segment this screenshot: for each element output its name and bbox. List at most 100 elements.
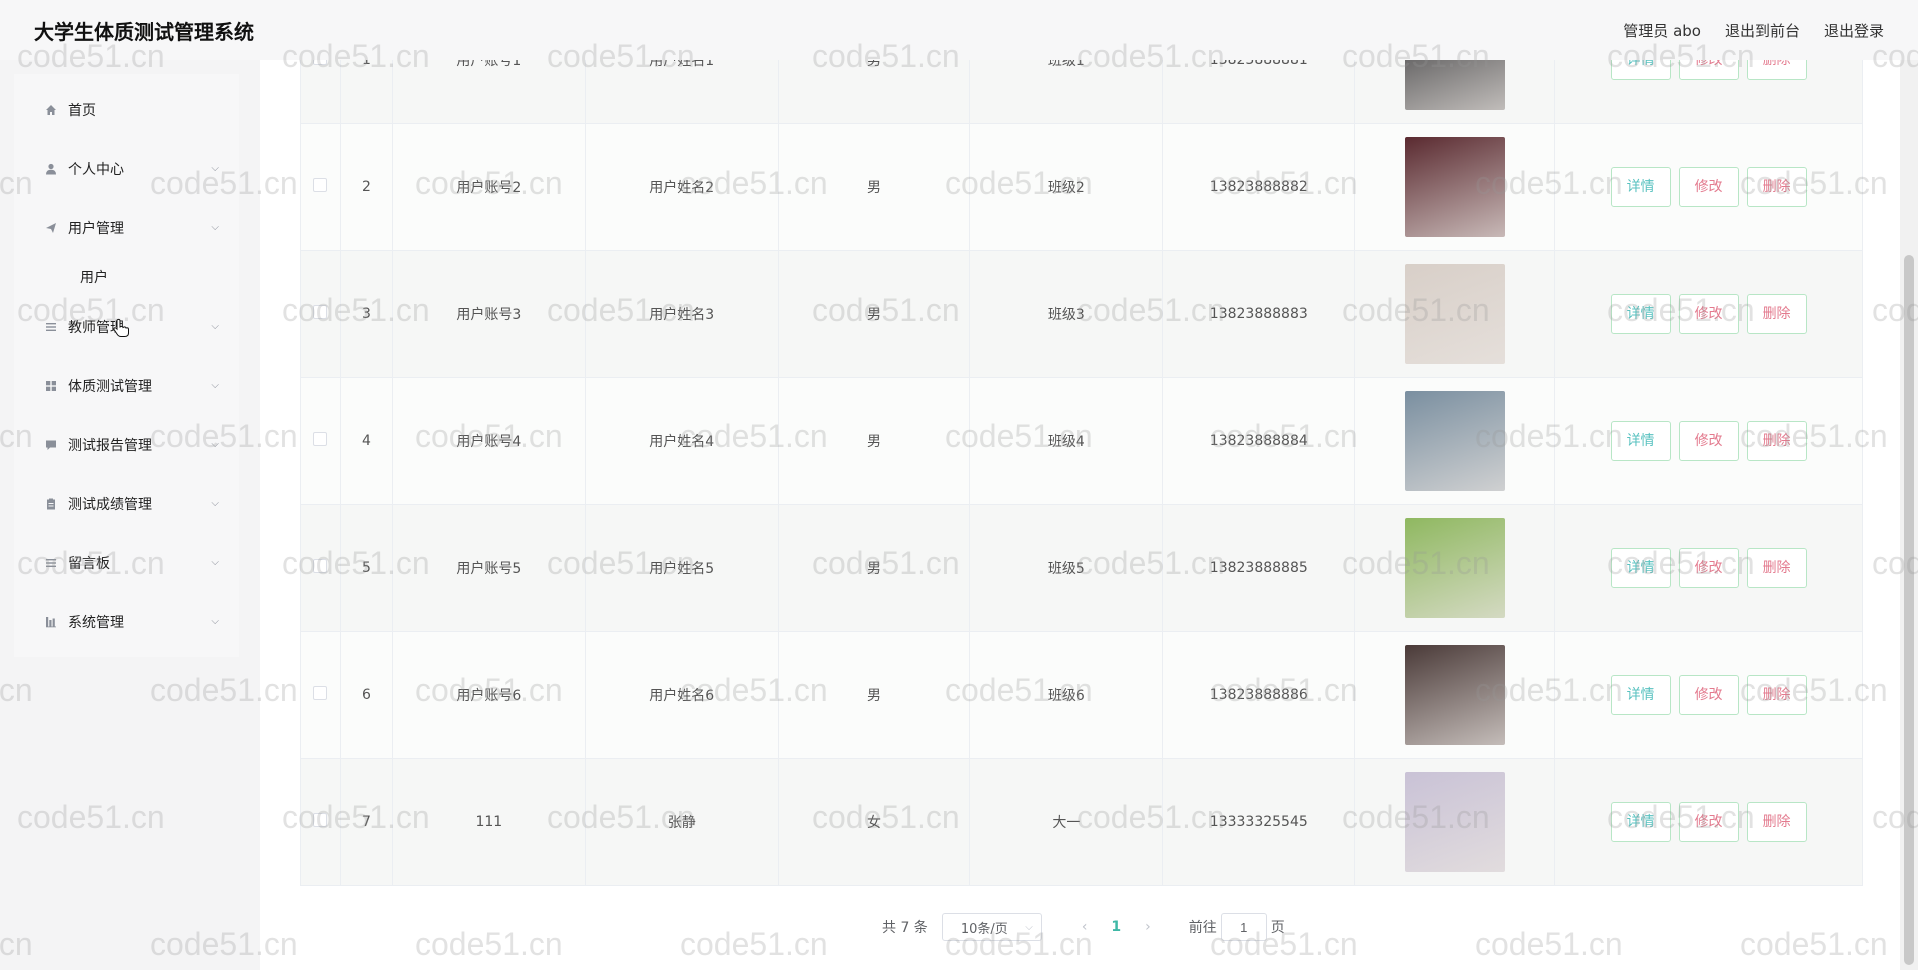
sidebar-item-fitness-test[interactable]: 体质测试管理 ⌵ — [14, 356, 239, 415]
cell-photo — [1354, 758, 1556, 886]
user-photo — [1404, 264, 1505, 364]
cell-index: 3 — [339, 250, 393, 378]
chevron-down-icon: ⌵ — [211, 498, 219, 509]
row-checkbox[interactable] — [313, 559, 328, 573]
sidebar-item-users[interactable]: 用户管理 ⌵ — [14, 198, 239, 257]
cell-gender: 男 — [777, 377, 971, 505]
cell-name: 张静 — [584, 758, 779, 886]
chart-icon — [44, 615, 58, 629]
row-checkbox[interactable] — [313, 305, 328, 319]
page-number-current[interactable]: 1 — [1111, 919, 1121, 935]
table-row: 3 用户账号3 用户姓名3 男班级3 13823888883 详情 修改 删除 — [300, 250, 1863, 378]
cell-gender: 男 — [777, 250, 971, 378]
cell-gender: 男 — [777, 123, 971, 251]
logout-link[interactable]: 退出登录 — [1824, 20, 1884, 41]
prev-page-icon[interactable]: ‹ — [1082, 919, 1088, 935]
cell-actions: 详情 修改 删除 — [1554, 123, 1863, 251]
cell-select — [300, 123, 341, 251]
page-unit-label: 页 — [1270, 920, 1285, 936]
cell-class: 班级3 — [969, 250, 1164, 378]
app-title: 大学生体质测试管理系统 — [34, 19, 254, 44]
cell-select — [300, 377, 341, 505]
cell-actions: 详情 修改 删除 — [1554, 377, 1863, 505]
goto-label: 前往 — [1188, 920, 1217, 936]
detail-button[interactable]: 详情 — [1610, 548, 1671, 588]
row-checkbox[interactable] — [313, 178, 328, 192]
page-size-select[interactable]: 10条/页 ⌵ — [941, 913, 1042, 941]
user-table: 1 用户账号1 用户姓名1 男班级1 13823888881 详情 修改 删除 2 用户账号2 用户… — [300, 60, 1863, 886]
cell-account: 用户账号2 — [391, 123, 586, 251]
table-row: 6 用户账号6 用户姓名6 男班级6 13823888886 详情 修改 删除 — [300, 631, 1863, 759]
scrollbar-thumb[interactable] — [1904, 255, 1914, 965]
cell-actions: 详情 修改 删除 — [1554, 60, 1863, 124]
edit-button[interactable]: 修改 — [1678, 421, 1739, 461]
delete-button[interactable]: 删除 — [1746, 548, 1807, 588]
sidebar-item-system[interactable]: 系统管理 ⌵ — [14, 592, 239, 651]
user-photo — [1404, 518, 1505, 618]
cell-photo — [1354, 504, 1556, 632]
detail-button[interactable]: 详情 — [1610, 167, 1671, 207]
detail-button[interactable]: 详情 — [1610, 675, 1671, 715]
cell-phone: 13333325545 — [1162, 758, 1356, 886]
delete-button[interactable]: 删除 — [1746, 167, 1807, 207]
edit-button[interactable]: 修改 — [1678, 294, 1739, 334]
sidebar-item-test-scores[interactable]: 测试成绩管理 ⌵ — [14, 474, 239, 533]
edit-button[interactable]: 修改 — [1678, 675, 1739, 715]
cell-account: 用户账号4 — [391, 377, 586, 505]
row-checkbox[interactable] — [313, 686, 328, 700]
sidebar-item-label: 测试报告管理 — [68, 437, 152, 454]
sidebar-menu: 首页 个人中心 ⌵ 用户管理 ⌵ 用户 教师管理 ⌵ 体质测试管理 ⌵ 测试报告… — [14, 74, 239, 657]
table-row: 4 用户账号4 用户姓名4 男班级4 13823888884 详情 修改 删除 — [300, 377, 1863, 505]
user-photo — [1404, 772, 1505, 872]
delete-button[interactable]: 删除 — [1746, 802, 1807, 842]
sidebar-item-profile[interactable]: 个人中心 ⌵ — [14, 139, 239, 198]
chevron-down-icon: ⌵ — [211, 222, 219, 233]
goto-page-input[interactable] — [1220, 913, 1267, 941]
delete-button[interactable]: 删除 — [1746, 60, 1807, 80]
delete-button[interactable]: 删除 — [1746, 294, 1807, 334]
detail-button[interactable]: 详情 — [1610, 802, 1671, 842]
row-checkbox[interactable] — [313, 432, 328, 446]
cell-photo — [1354, 60, 1556, 124]
cell-select — [300, 60, 341, 124]
pagination: 共 7 条 10条/页 ⌵ ‹ 1 › 前往 页 — [882, 913, 1285, 941]
user-icon — [44, 162, 58, 176]
sidebar-item-home[interactable]: 首页 — [14, 80, 239, 139]
delete-button[interactable]: 删除 — [1746, 675, 1807, 715]
cell-phone: 13823888885 — [1162, 504, 1356, 632]
chevron-down-icon: ⌵ — [211, 439, 219, 450]
row-checkbox[interactable] — [313, 813, 328, 827]
cell-class: 班级1 — [969, 60, 1164, 124]
to-front-link[interactable]: 退出到前台 — [1725, 20, 1800, 41]
sidebar-item-message-board[interactable]: 留言板 ⌵ — [14, 533, 239, 592]
cell-actions: 详情 修改 删除 — [1554, 631, 1863, 759]
edit-button[interactable]: 修改 — [1678, 60, 1739, 80]
cell-account: 用户账号5 — [391, 504, 586, 632]
row-checkbox[interactable] — [313, 60, 328, 65]
delete-button[interactable]: 删除 — [1746, 421, 1807, 461]
sidebar-item-label: 首页 — [68, 102, 96, 119]
clipboard-icon — [44, 497, 58, 511]
detail-button[interactable]: 详情 — [1610, 60, 1671, 80]
cell-index: 1 — [339, 60, 393, 124]
cell-account: 111 — [391, 758, 586, 886]
edit-button[interactable]: 修改 — [1678, 167, 1739, 207]
next-page-icon[interactable]: › — [1145, 919, 1151, 935]
sidebar-item-test-report[interactable]: 测试报告管理 ⌵ — [14, 415, 239, 474]
cell-account: 用户账号6 — [391, 631, 586, 759]
edit-button[interactable]: 修改 — [1678, 548, 1739, 588]
cell-class: 班级5 — [969, 504, 1164, 632]
detail-button[interactable]: 详情 — [1610, 421, 1671, 461]
edit-button[interactable]: 修改 — [1678, 802, 1739, 842]
sidebar-subitem-user[interactable]: 用户 — [14, 257, 239, 297]
cell-phone: 13823888886 — [1162, 631, 1356, 759]
detail-button[interactable]: 详情 — [1610, 294, 1671, 334]
sidebar-item-label: 个人中心 — [68, 161, 124, 178]
cell-phone: 13823888881 — [1162, 60, 1356, 124]
cell-name: 用户姓名4 — [584, 377, 779, 505]
sidebar: 首页 个人中心 ⌵ 用户管理 ⌵ 用户 教师管理 ⌵ 体质测试管理 ⌵ 测试报告… — [0, 60, 260, 970]
top-actions: 管理员 abo 退出到前台 退出登录 — [1623, 20, 1884, 41]
send-icon — [44, 221, 58, 235]
cell-select — [300, 631, 341, 759]
top-bar: 大学生体质测试管理系统 管理员 abo 退出到前台 退出登录 — [0, 0, 1918, 60]
